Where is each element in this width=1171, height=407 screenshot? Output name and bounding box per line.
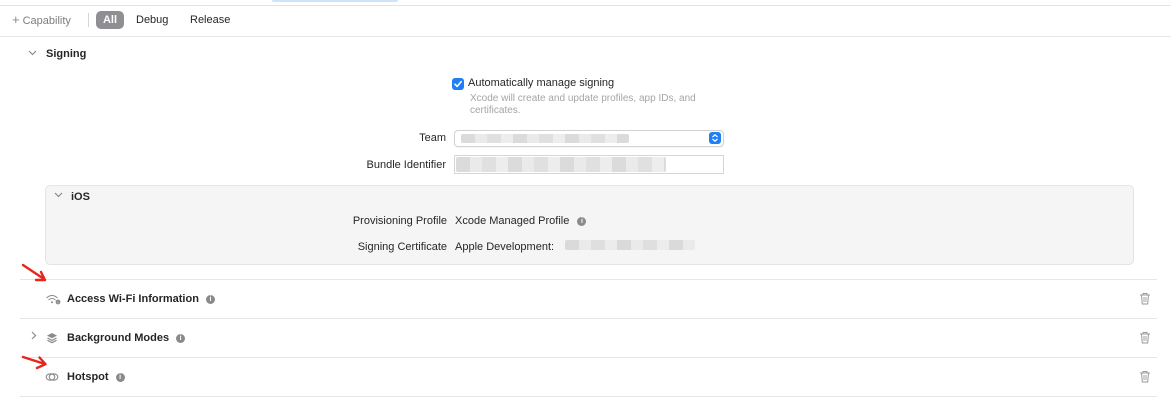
info-icon[interactable]: i [115, 372, 125, 382]
capability-title-background-modes: Background Modes i [67, 332, 186, 344]
ios-section-title: iOS [71, 191, 90, 203]
trash-icon[interactable] [1139, 370, 1151, 386]
hotspot-icon [45, 371, 59, 386]
toolbar-divider [0, 36, 1171, 37]
provisioning-profile-text: Xcode Managed Profile [455, 215, 570, 227]
plus-icon: + [12, 12, 20, 27]
signing-certificate-label: Signing Certificate [357, 241, 447, 253]
filter-release-button[interactable]: Release [190, 11, 230, 29]
popup-arrows-icon [709, 132, 721, 144]
auto-manage-checkbox[interactable] [452, 78, 464, 90]
capability-title-hotspot: Hotspot i [67, 371, 125, 383]
add-capability-label: Capability [22, 15, 71, 27]
auto-manage-description: Xcode will create and update profiles, a… [470, 93, 696, 116]
ios-signing-box [45, 185, 1134, 265]
checkmark-icon [454, 80, 462, 88]
team-popup[interactable] [454, 130, 724, 147]
auto-manage-label: Automatically manage signing [468, 77, 615, 89]
provisioning-profile-value: Xcode Managed Profile i [455, 215, 587, 227]
signing-certificate-value: Apple Development: [455, 241, 555, 253]
capability-label-access-wifi: Access Wi-Fi Information [67, 293, 199, 305]
info-icon[interactable]: i [176, 333, 186, 343]
annotation-arrow-icon [21, 263, 47, 282]
capability-label-hotspot: Hotspot [67, 371, 109, 383]
bundle-identifier-field[interactable] [454, 155, 724, 174]
redacted-bundle-value [456, 157, 666, 172]
layers-icon [46, 332, 58, 347]
svg-text:i: i [58, 300, 59, 304]
signing-chevron-down-icon[interactable] [28, 48, 37, 60]
provisioning-profile-label: Provisioning Profile [352, 215, 447, 227]
annotation-arrow-icon [21, 355, 47, 370]
info-icon[interactable]: i [205, 294, 215, 304]
top-edge [0, 0, 1171, 6]
section-divider [20, 396, 1157, 397]
filter-all-button[interactable]: All [96, 11, 124, 29]
toolbar-separator [88, 13, 89, 27]
section-divider [20, 279, 1157, 280]
capability-toolbar: + Capability All Debug Release [0, 9, 1171, 33]
section-divider [20, 318, 1157, 319]
section-divider [20, 357, 1157, 358]
ios-chevron-down-icon[interactable] [54, 190, 63, 202]
trash-icon[interactable] [1139, 292, 1151, 308]
background-modes-chevron-right-icon[interactable] [29, 331, 38, 343]
filter-debug-button[interactable]: Debug [136, 11, 168, 29]
team-label: Team [419, 132, 446, 144]
selected-tab-indicator [272, 0, 398, 2]
add-capability-button[interactable]: + Capability [12, 11, 71, 29]
bundle-identifier-label: Bundle Identifier [366, 159, 447, 171]
capability-label-background-modes: Background Modes [67, 332, 170, 344]
redacted-certificate-value [565, 240, 695, 250]
signing-section-title: Signing [46, 48, 87, 60]
wifi-info-icon: i [45, 293, 61, 308]
info-icon[interactable]: i [577, 216, 587, 226]
capability-title-access-wifi: Access Wi-Fi Information i [67, 293, 215, 305]
trash-icon[interactable] [1139, 331, 1151, 347]
top-divider [0, 5, 1171, 6]
redacted-team-value [461, 134, 629, 143]
